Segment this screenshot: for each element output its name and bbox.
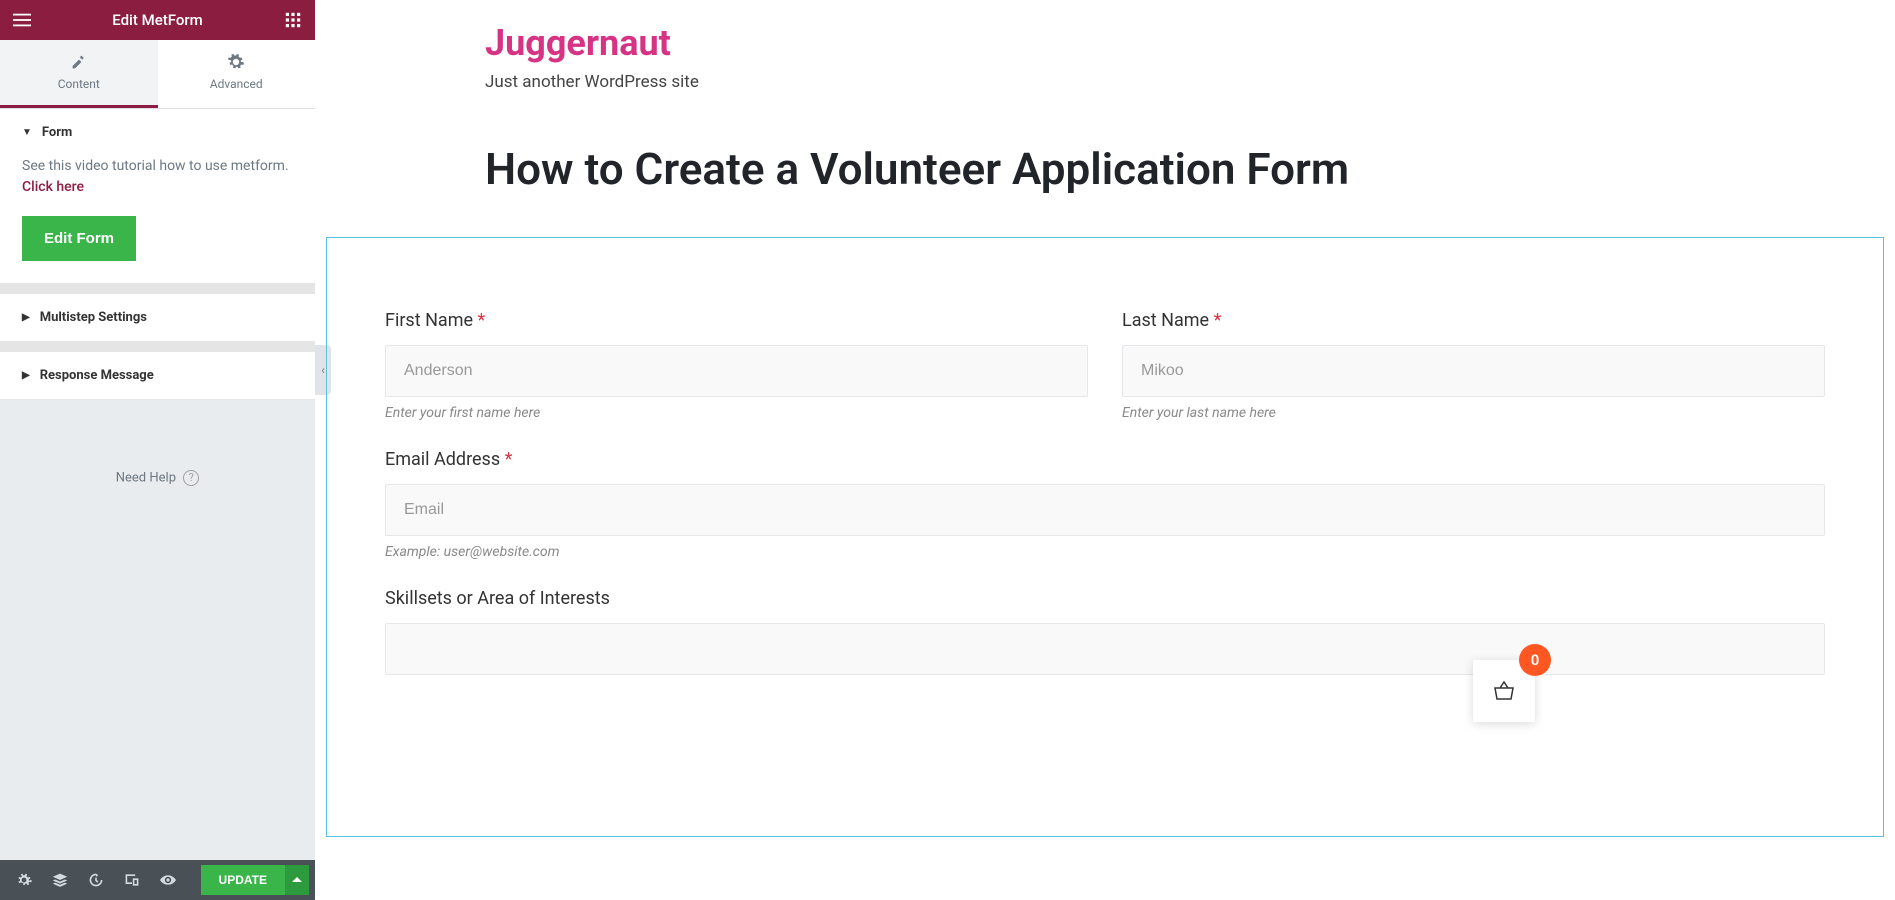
- email-input[interactable]: [385, 484, 1825, 536]
- edit-form-button[interactable]: Edit Form: [22, 216, 136, 261]
- panel-form-label: Form: [42, 125, 72, 140]
- field-email: Email Address * Example: user@website.co…: [385, 449, 1825, 560]
- first-name-helper: Enter your first name here: [385, 405, 1088, 421]
- tab-content[interactable]: Content: [0, 40, 158, 108]
- tutorial-link[interactable]: Click here: [22, 179, 84, 195]
- skillsets-label: Skillsets or Area of Interests: [385, 588, 1825, 609]
- panel-form-content: See this video tutorial how to use metfo…: [0, 156, 315, 283]
- form-row-skillsets: Skillsets or Area of Interests: [385, 588, 1825, 675]
- navigator-icon[interactable]: [42, 860, 78, 900]
- panel-multistep: ▶ Multistep Settings: [0, 294, 315, 342]
- update-button-group: UPDATE: [201, 865, 309, 895]
- panel-form: ▼ Form See this video tutorial how to us…: [0, 109, 315, 284]
- required-star: *: [478, 310, 486, 331]
- site-tagline: Just another WordPress site: [485, 72, 1895, 92]
- last-name-label: Last Name *: [1122, 310, 1825, 331]
- tutorial-text: See this video tutorial how to use metfo…: [22, 156, 293, 198]
- field-first-name: First Name * Enter your first name here: [385, 310, 1088, 421]
- email-helper: Example: user@website.com: [385, 544, 1825, 560]
- panel-divider: [0, 284, 315, 294]
- page-header: Juggernaut Just another WordPress site: [315, 0, 1895, 122]
- tab-advanced-label: Advanced: [158, 77, 316, 91]
- apps-grid-icon[interactable]: [283, 10, 303, 30]
- page-title: How to Create a Volunteer Application Fo…: [485, 142, 1725, 197]
- first-name-input[interactable]: [385, 345, 1088, 397]
- editor-sidebar: Edit MetForm Content Advanced ▼ Form See…: [0, 0, 315, 900]
- cart-count-badge: 0: [1519, 644, 1551, 676]
- sidebar-title: Edit MetForm: [32, 11, 283, 29]
- sidebar-empty-area: Need Help ?: [0, 400, 315, 900]
- panel-form-heading[interactable]: ▼ Form: [0, 109, 315, 156]
- need-help-label: Need Help: [116, 470, 176, 485]
- sidebar-tabs: Content Advanced: [0, 40, 315, 109]
- caret-right-icon: ▶: [22, 312, 30, 323]
- editor-canvas: Juggernaut Just another WordPress site H…: [315, 0, 1895, 900]
- preview-icon[interactable]: [150, 860, 186, 900]
- caret-right-icon: ▶: [22, 370, 30, 381]
- form-row-name: First Name * Enter your first name here …: [385, 310, 1825, 421]
- first-name-label: First Name *: [385, 310, 1088, 331]
- site-title: Juggernaut: [485, 22, 1895, 64]
- panel-response: ▶ Response Message: [0, 352, 315, 400]
- last-name-input[interactable]: [1122, 345, 1825, 397]
- panel-multistep-label: Multistep Settings: [40, 310, 147, 325]
- history-icon[interactable]: [78, 860, 114, 900]
- sidebar-header: Edit MetForm: [0, 0, 315, 40]
- cart-widget[interactable]: 0: [1473, 660, 1535, 722]
- responsive-icon[interactable]: [114, 860, 150, 900]
- update-button[interactable]: UPDATE: [201, 865, 285, 895]
- panel-response-label: Response Message: [40, 368, 154, 383]
- tab-advanced[interactable]: Advanced: [158, 40, 316, 108]
- email-label: Email Address *: [385, 449, 1825, 470]
- form-widget[interactable]: First Name * Enter your first name here …: [326, 237, 1884, 837]
- panel-multistep-heading[interactable]: ▶ Multistep Settings: [0, 294, 315, 341]
- required-star: *: [505, 449, 513, 470]
- tab-content-label: Content: [0, 77, 158, 91]
- settings-icon[interactable]: [6, 860, 42, 900]
- required-star: *: [1214, 310, 1222, 331]
- field-skillsets: Skillsets or Area of Interests: [385, 588, 1825, 675]
- field-last-name: Last Name * Enter your last name here: [1122, 310, 1825, 421]
- panel-divider: [0, 342, 315, 352]
- basket-icon: [1492, 679, 1516, 703]
- question-icon: ?: [183, 470, 199, 486]
- panel-response-heading[interactable]: ▶ Response Message: [0, 352, 315, 399]
- sidebar-footer: UPDATE: [0, 860, 315, 900]
- form-row-email: Email Address * Example: user@website.co…: [385, 449, 1825, 560]
- need-help[interactable]: Need Help ?: [0, 400, 315, 556]
- caret-down-icon: ▼: [22, 127, 32, 138]
- skillsets-input[interactable]: [385, 623, 1825, 675]
- last-name-helper: Enter your last name here: [1122, 405, 1825, 421]
- menu-icon[interactable]: [12, 10, 32, 30]
- update-dropdown-toggle[interactable]: [285, 865, 309, 895]
